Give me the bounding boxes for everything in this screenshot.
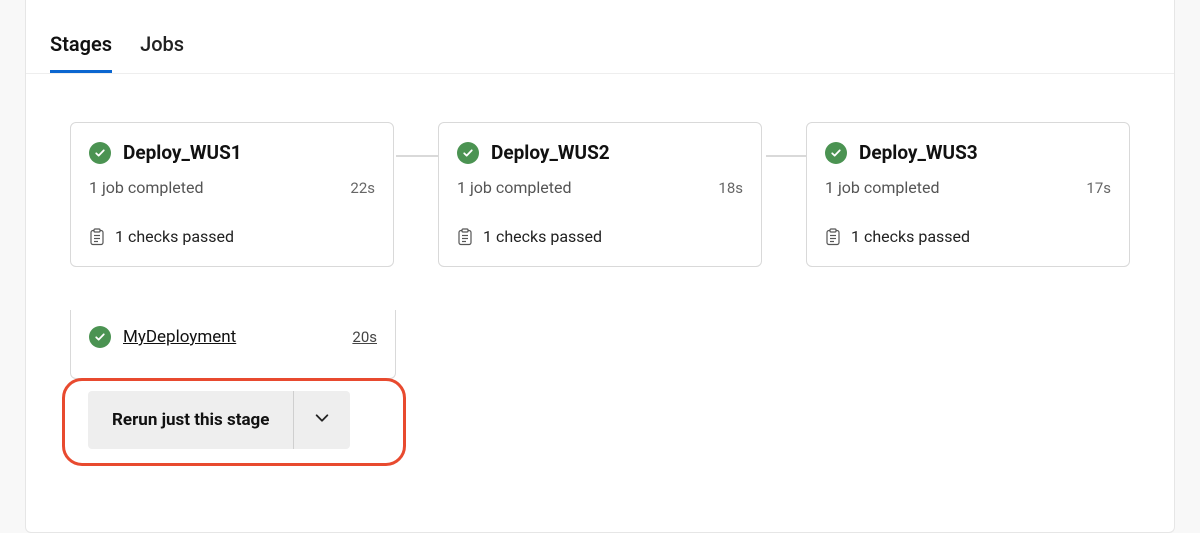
stage-card[interactable]: Deploy_WUS3 1 job completed 17s 1 checks… [806,122,1130,267]
stage-header: Deploy_WUS2 [457,141,743,164]
stage-status-row: 1 job completed 18s [457,178,743,197]
stage-name: Deploy_WUS2 [491,141,610,164]
stages-content: Deploy_WUS1 1 job completed 22s 1 checks… [26,74,1174,267]
stage-status: 1 job completed [457,178,572,197]
stage-duration: 17s [1086,179,1111,197]
stage-checks-text: 1 checks passed [851,227,970,246]
rerun-dropdown-button[interactable] [294,391,350,449]
stage-lane: Deploy_WUS1 1 job completed 22s 1 checks… [70,122,1130,267]
stage-connector [766,155,810,157]
rerun-split-button: Rerun just this stage [88,391,350,449]
stage-connector [396,155,440,157]
success-icon [457,142,479,164]
success-icon [89,142,111,164]
checks-icon [89,228,105,246]
stage-duration: 18s [718,179,743,197]
stage-checks: 1 checks passed [457,227,743,246]
rerun-stage-button[interactable]: Rerun just this stage [88,391,294,449]
pipeline-panel: Stages Jobs Deploy_WUS1 1 job completed … [25,0,1175,533]
stage-duration: 22s [350,179,375,197]
stage-name: Deploy_WUS1 [123,141,242,164]
stage-status-row: 1 job completed 22s [89,178,375,197]
stage-header: Deploy_WUS3 [825,141,1111,164]
stage-card[interactable]: Deploy_WUS1 1 job completed 22s 1 checks… [70,122,394,267]
stage-checks-text: 1 checks passed [115,227,234,246]
stage-checks: 1 checks passed [825,227,1111,246]
job-name-link[interactable]: MyDeployment [123,327,236,347]
tab-stages[interactable]: Stages [50,32,112,73]
checks-icon [457,228,473,246]
job-row[interactable]: MyDeployment 20s [89,326,377,348]
success-icon [89,326,111,348]
stage-status: 1 job completed [825,178,940,197]
stage-checks-text: 1 checks passed [483,227,602,246]
stage-header: Deploy_WUS1 [89,141,375,164]
chevron-down-icon [313,409,331,431]
stage-expanded-jobs: MyDeployment 20s [70,310,396,379]
tab-jobs[interactable]: Jobs [140,32,184,73]
stage-status: 1 job completed [89,178,204,197]
tabs: Stages Jobs [26,0,1174,74]
stage-card[interactable]: Deploy_WUS2 1 job completed 18s 1 checks… [438,122,762,267]
success-icon [825,142,847,164]
job-row-left: MyDeployment [89,326,236,348]
checks-icon [825,228,841,246]
stage-name: Deploy_WUS3 [859,141,978,164]
stage-checks: 1 checks passed [89,227,375,246]
job-duration: 20s [352,328,377,346]
stage-status-row: 1 job completed 17s [825,178,1111,197]
